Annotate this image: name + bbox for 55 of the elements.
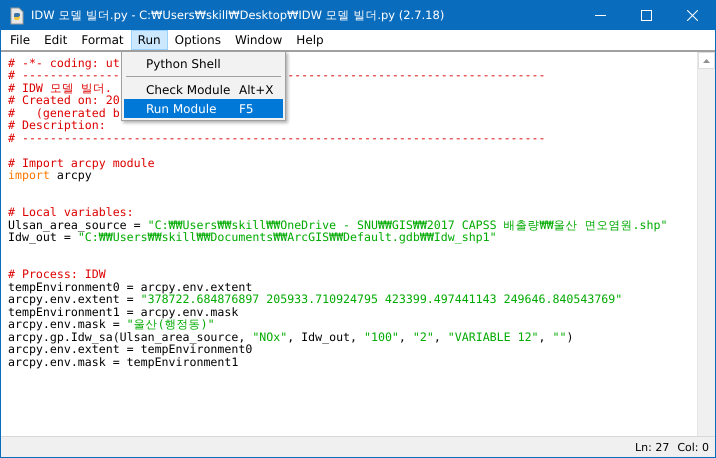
- scrollbar[interactable]: [697, 52, 715, 436]
- code-string: "": [552, 330, 566, 344]
- code-string: "C:₩₩Users₩₩skill₩₩OneDrive - SNU₩₩GIS₩₩2017 CAPSS 배출량₩₩울산 면오염원.shp": [148, 218, 668, 232]
- code-text: ,: [434, 330, 442, 344]
- code-comment: # ---------------------------------------------------------------------------: [8, 132, 546, 144]
- close-icon: [686, 10, 698, 21]
- code-comment: -------------------------------------: [287, 69, 546, 82]
- code-text: Idw_out =: [8, 231, 71, 244]
- code-string: "NOx": [252, 330, 288, 344]
- menu-item[interactable]: Window: [228, 30, 290, 50]
- code-comment: # Description:: [8, 119, 106, 132]
- code-string: "울산(행정동)": [126, 318, 215, 331]
- code-string: "VARIABLE 12": [448, 330, 539, 344]
- code-text: tempEnvironment1 = arcpy.env.mask: [8, 306, 238, 318]
- code-text: tempEnvironment0 = arcpy.env.extent: [8, 280, 252, 294]
- code-keyword: import: [8, 168, 50, 182]
- window-title: IDW 모델 빌더.py - C:₩Users₩skill₩Desktop₩IDW 모델 빌더.py (2.7.18): [31, 8, 446, 23]
- code-comment: # --------------: [8, 69, 120, 82]
- dropdown-item[interactable]: Python Shell: [124, 54, 283, 73]
- code-text: arcpy: [56, 168, 92, 182]
- code-string: "100": [364, 330, 399, 344]
- code-comment: # Process: IDW: [8, 268, 106, 281]
- code-text: arcpy.env.mask =: [8, 318, 121, 331]
- line-number: Ln: 27: [635, 440, 670, 454]
- code-text: ,: [538, 330, 547, 344]
- code-text: arcpy.env.mask = tempEnvironment1: [8, 356, 238, 368]
- python-file-icon: [9, 6, 25, 24]
- menu-item[interactable]: File: [3, 30, 38, 50]
- menu-item[interactable]: Edit: [37, 30, 74, 50]
- code-comment: # (generated b: [8, 106, 120, 120]
- code-comment: # Import arcpy module: [8, 156, 155, 169]
- code-text: ): [566, 330, 574, 344]
- code-text: arcpy.env.extent = tempEnvironment0: [8, 343, 252, 356]
- column-number: Col: 0: [677, 440, 709, 454]
- code-string: "378722.684876897 205933.710924795 423399.497441143 249646.840543769": [140, 293, 622, 306]
- code-comment: # Local variables:: [8, 206, 134, 219]
- menu-item[interactable]: Help: [289, 30, 331, 50]
- maximize-icon: [640, 10, 652, 21]
- code-text: ,: [398, 330, 407, 344]
- code-comment: # Created on: 20: [8, 94, 120, 107]
- code-string: "C:₩₩Users₩₩skill₩₩Documents₩₩ArcGIS₩₩Default.gdb₩₩Idw_shp1": [78, 231, 497, 244]
- code-comment: # -*- coding: ut: [8, 57, 120, 70]
- code-string: "2": [412, 330, 434, 344]
- menu-item[interactable]: Format: [74, 30, 131, 50]
- minimize-icon: [594, 15, 606, 16]
- code-text: Ulsan_area_source =: [8, 218, 142, 232]
- code-text: arcpy.gp.Idw_sa(Ulsan_area_source,: [8, 330, 246, 344]
- menu-item[interactable]: Run: [130, 30, 168, 50]
- dropdown-item[interactable]: Check Module Alt+X: [124, 80, 283, 99]
- code-comment: # IDW 모델 빌더.: [8, 82, 112, 94]
- code-text: , Idw_out,: [287, 330, 358, 344]
- menu-item[interactable]: Options: [168, 30, 228, 50]
- code-text: arcpy.env.extent =: [8, 293, 135, 306]
- dropdown-item[interactable]: Run Module F5: [124, 99, 283, 118]
- scroll-up-icon[interactable]: [698, 52, 715, 69]
